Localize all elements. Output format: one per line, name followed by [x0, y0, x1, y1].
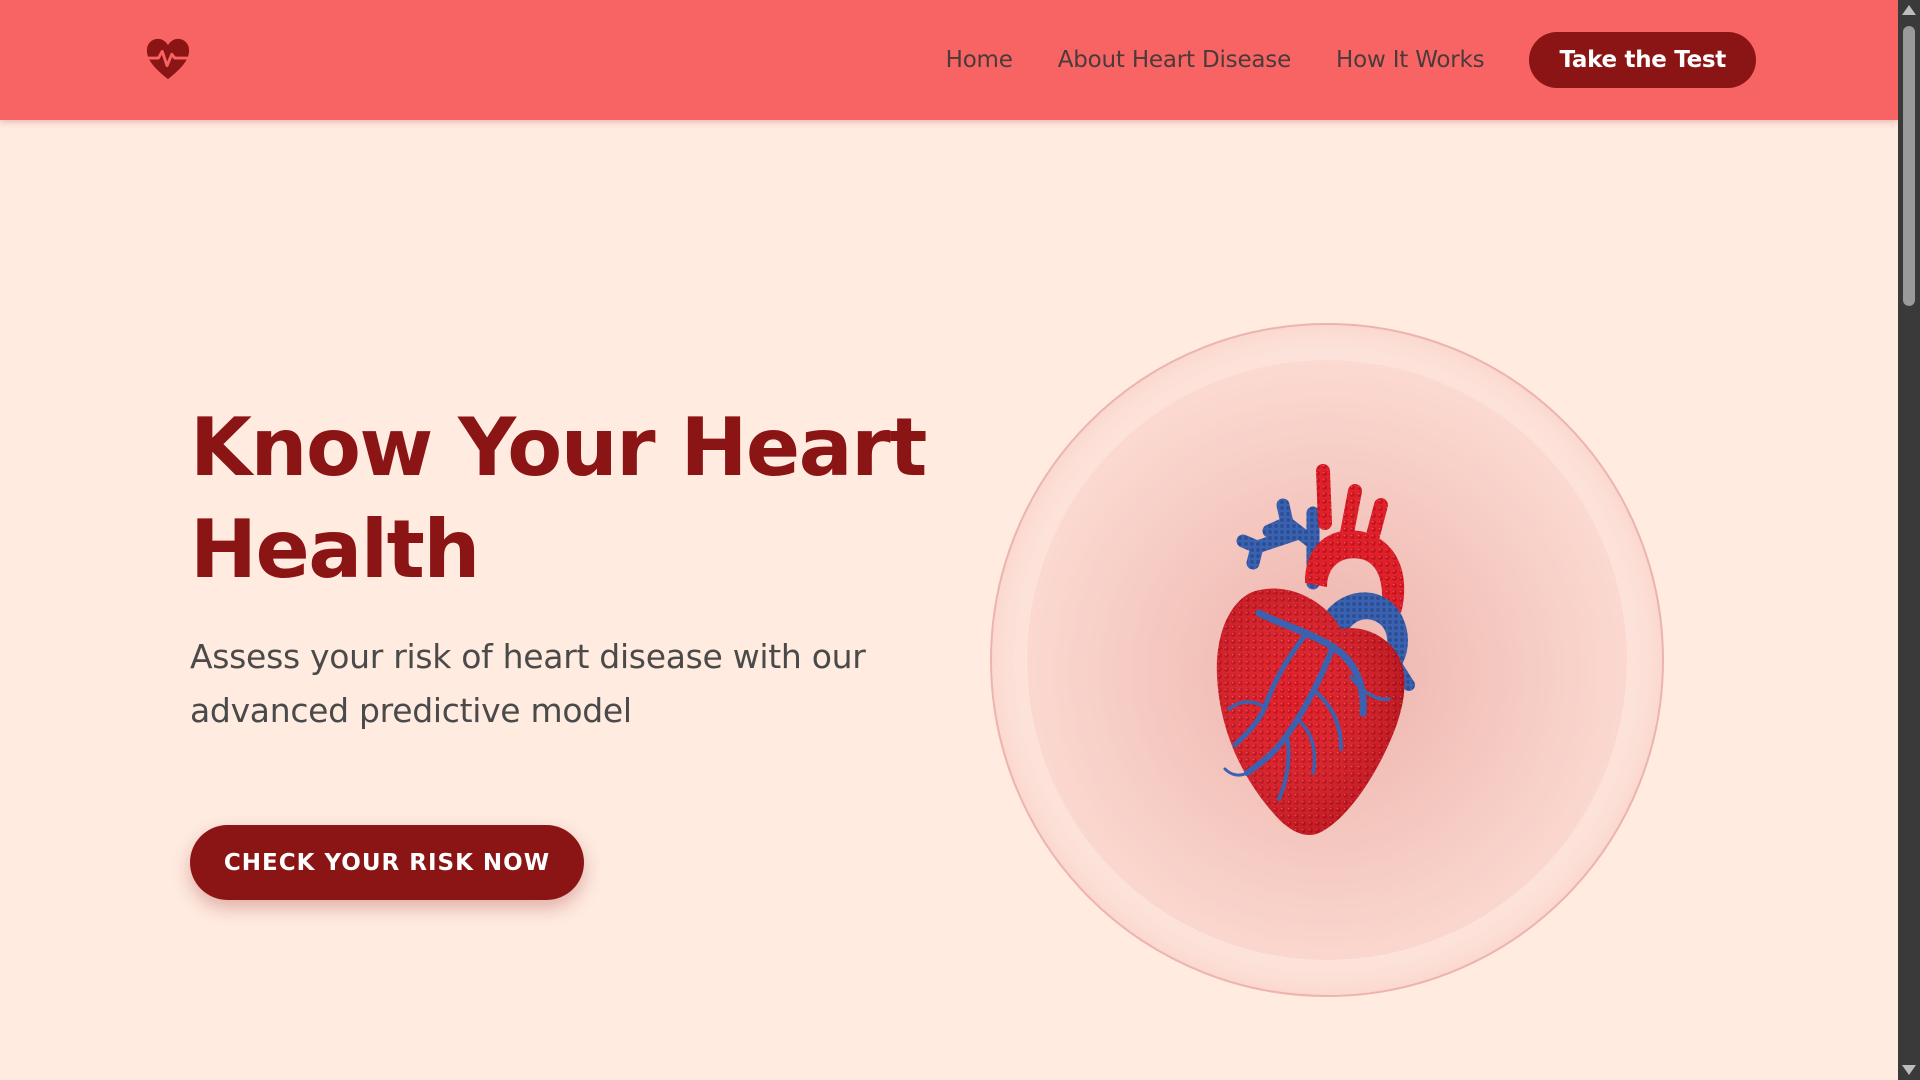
scroll-down-arrow-icon[interactable] — [1902, 1065, 1916, 1075]
check-risk-button[interactable]: CHECK YOUR RISK NOW — [190, 825, 584, 900]
nav-link-about-heart-disease[interactable]: About Heart Disease — [1058, 47, 1292, 73]
hero-subtitle: Assess your risk of heart disease with o… — [190, 637, 866, 730]
nav-links: Home About Heart Disease How It Works Ta… — [946, 32, 1756, 88]
anatomical-heart-illustration — [1216, 464, 1415, 835]
navbar: Home About Heart Disease How It Works Ta… — [0, 0, 1898, 120]
heart-pulse-icon[interactable] — [145, 36, 191, 82]
nav-link-how-it-works[interactable]: How It Works — [1336, 47, 1485, 73]
scroll-up-arrow-icon[interactable] — [1902, 5, 1916, 15]
hero-title: Know Your Heart Health — [190, 401, 927, 596]
scroll-thumb[interactable] — [1903, 26, 1915, 306]
take-the-test-button[interactable]: Take the Test — [1529, 32, 1756, 88]
nav-link-home[interactable]: Home — [946, 47, 1013, 73]
scrollbar[interactable] — [1898, 0, 1920, 1080]
page: Home About Heart Disease How It Works Ta… — [0, 0, 1898, 1080]
heart-visual — [990, 323, 1664, 997]
